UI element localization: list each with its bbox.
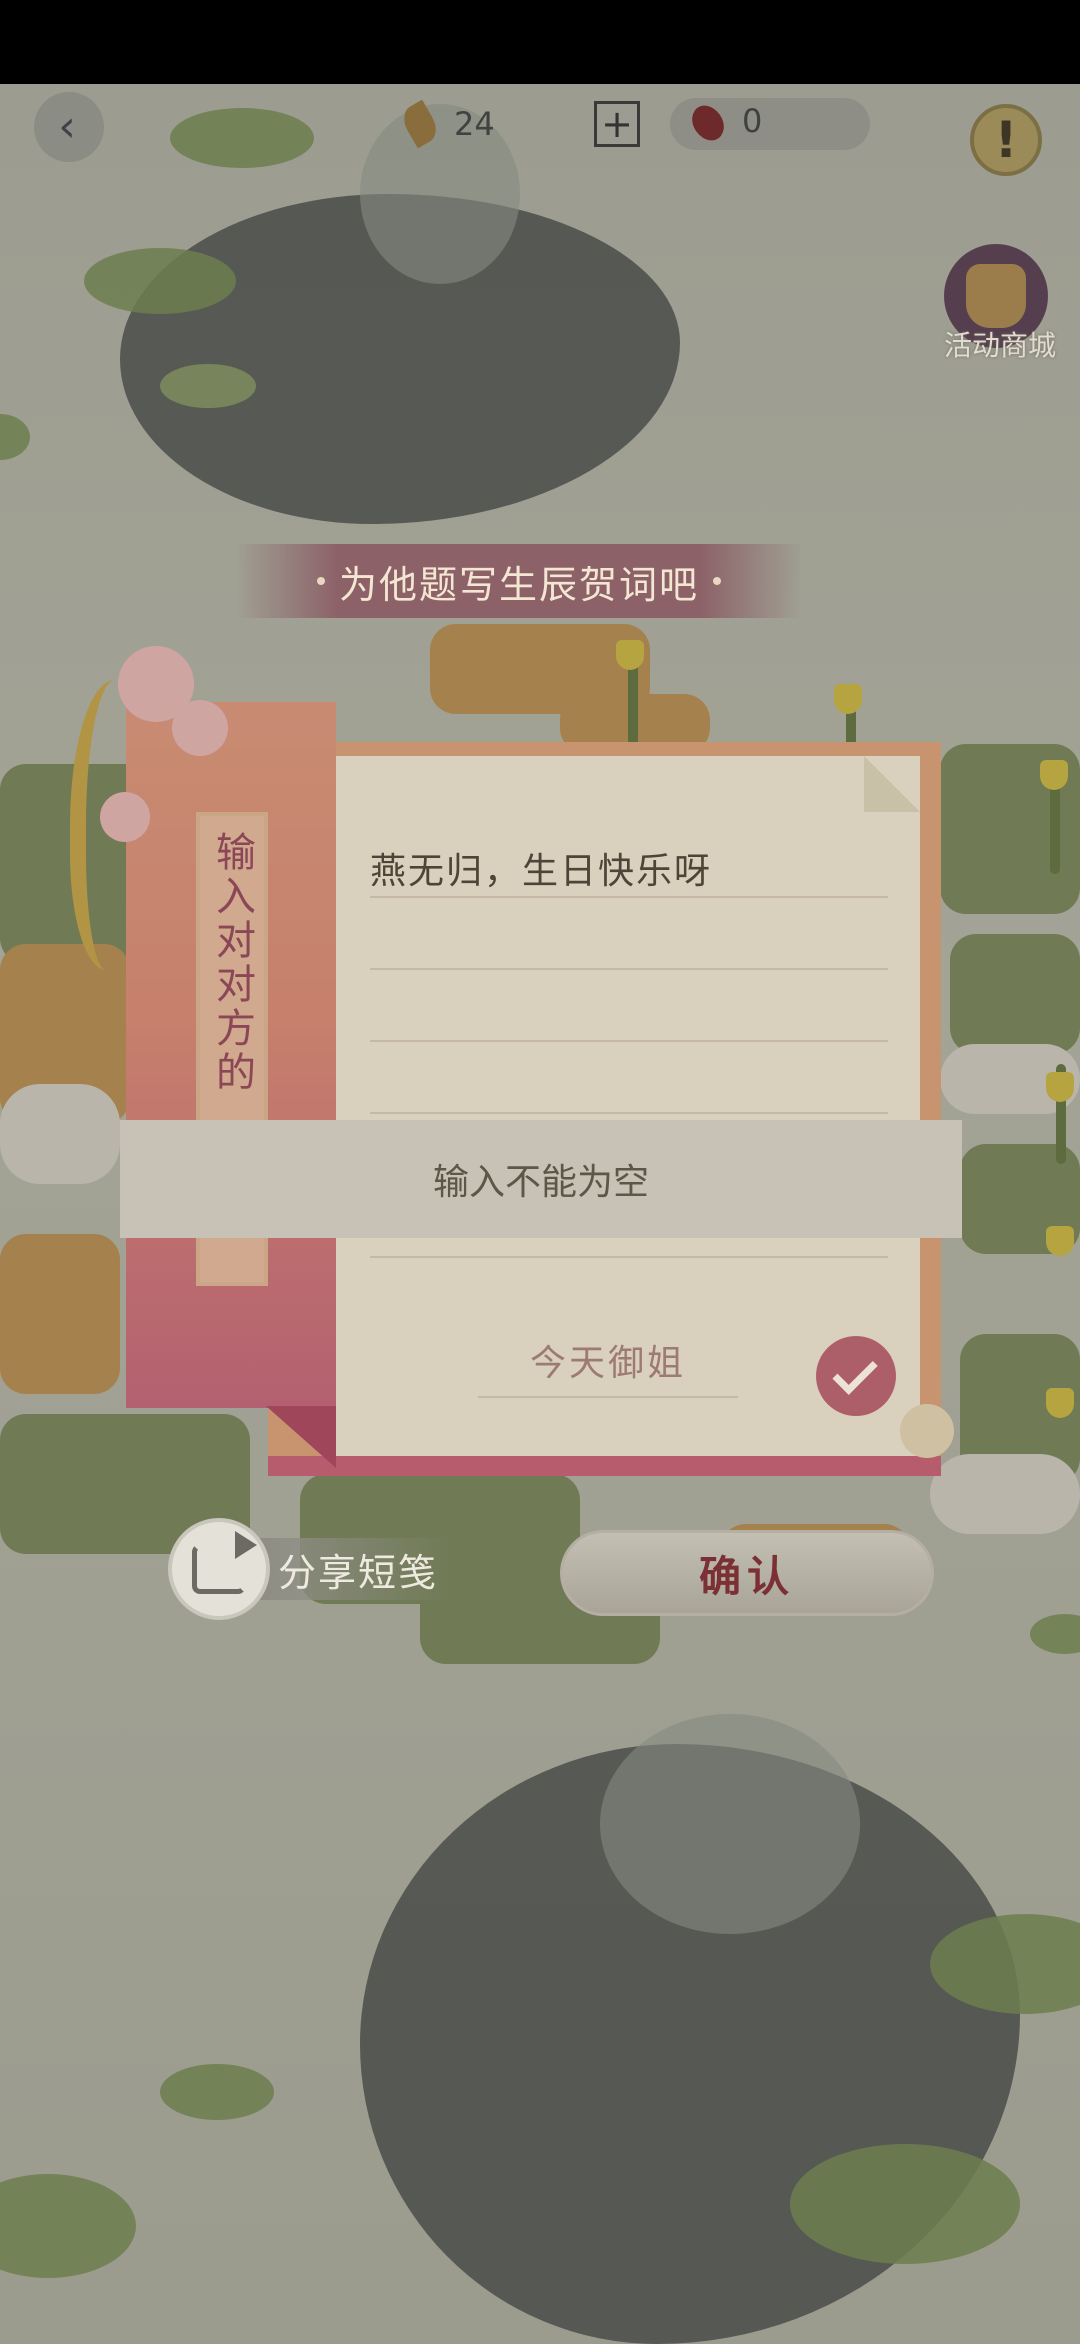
jar-icon: [966, 264, 1026, 328]
exclamation-icon: !: [994, 111, 1018, 169]
ruled-line: [370, 896, 888, 898]
blossom-icon: [172, 700, 228, 756]
banner-dot-icon: [316, 577, 325, 585]
page-title: 为他题写生辰贺词吧: [338, 562, 699, 607]
toast-message: 输入不能为空: [120, 1120, 962, 1238]
confirm-button[interactable]: 确认: [560, 1530, 934, 1616]
quill-currency: 24: [397, 96, 495, 152]
share-note-button[interactable]: 分享短笺: [168, 1518, 458, 1620]
token-count: 0: [742, 102, 763, 140]
greeting-input[interactable]: 燕无归，生日快乐呀: [370, 842, 888, 894]
blossom-icon: [100, 792, 150, 842]
author-signature[interactable]: 今天御姐: [478, 1334, 738, 1386]
ruled-line: [370, 1256, 888, 1258]
checkmark-icon: [831, 1349, 878, 1395]
share-icon: [192, 1531, 257, 1594]
ruled-line: [370, 1040, 888, 1042]
check-button[interactable]: [816, 1336, 896, 1416]
share-icon-circle: [168, 1518, 270, 1620]
banner-dot-icon: [713, 577, 721, 585]
back-arrow-icon: ‹: [58, 101, 76, 152]
back-button[interactable]: ‹: [34, 92, 104, 162]
confirm-label: 确认: [698, 1551, 795, 1601]
signature-line: [478, 1396, 738, 1398]
card-bottom-edge: [268, 1456, 941, 1476]
add-currency-button[interactable]: +: [594, 101, 640, 147]
event-shop-label[interactable]: 活动商城: [930, 324, 1070, 364]
toast-text: 输入不能为空: [432, 1162, 649, 1203]
title-banner: 为他题写生辰贺词吧: [236, 544, 802, 618]
ruled-line: [370, 968, 888, 970]
quill-count: 24: [454, 105, 495, 143]
share-note-label: 分享短笺: [278, 1551, 439, 1595]
side-title: 输入对对方的: [209, 831, 255, 1095]
status-bar: [0, 0, 1080, 84]
blossom-icon: [900, 1404, 954, 1458]
ruled-line: [370, 1112, 888, 1114]
info-button[interactable]: !: [970, 104, 1042, 176]
